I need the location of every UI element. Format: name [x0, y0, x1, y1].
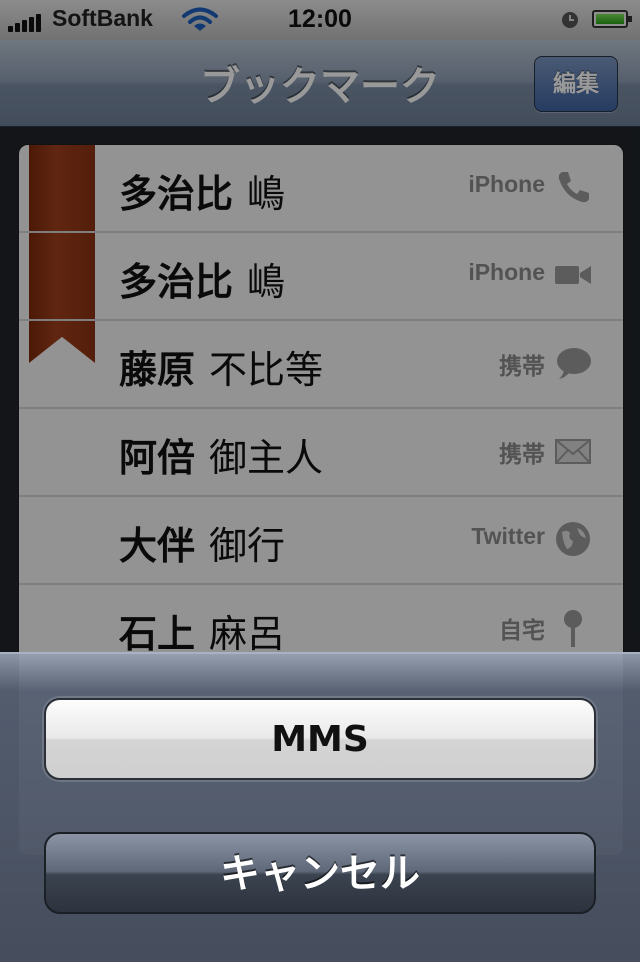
cancel-button[interactable]: キャンセル [44, 832, 596, 914]
mms-button[interactable]: MMS [44, 698, 596, 780]
action-sheet: MMS キャンセル [0, 652, 640, 962]
